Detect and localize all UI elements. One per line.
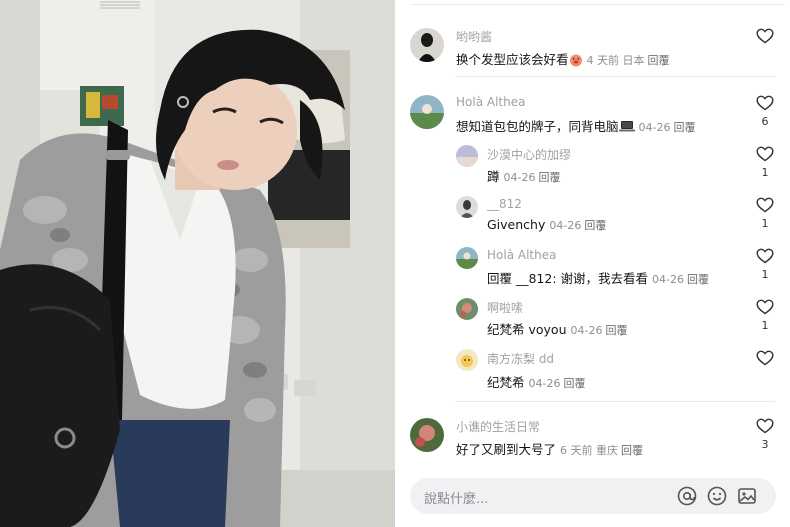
like-count: 3 — [761, 438, 769, 451]
heart-icon — [756, 299, 774, 315]
reply-button[interactable]: 回覆 — [621, 444, 643, 457]
comment-body: 好了又刷到大号了 — [456, 442, 557, 457]
comment-author[interactable]: 小谯的生活日常 — [456, 418, 540, 435]
like-button[interactable]: 6 — [755, 95, 775, 128]
reply-body: 回覆 __812: 谢谢，我去看看 — [487, 271, 649, 286]
avatar[interactable] — [456, 247, 478, 269]
reply-item: 啊啦嗦 纪梵希 voyou 04-26 回覆 1 — [395, 298, 790, 342]
comment-divider — [455, 76, 775, 77]
reply-author[interactable]: __812 — [487, 197, 522, 211]
comment-divider — [455, 401, 775, 402]
like-button[interactable]: 1 — [755, 146, 775, 179]
avatar[interactable] — [456, 196, 478, 218]
comment-meta: 6 天前 重庆 — [560, 444, 619, 457]
image-icon[interactable] — [736, 485, 758, 507]
like-button[interactable]: 3 — [755, 418, 775, 451]
reply-meta: 04-26 — [652, 273, 684, 286]
at-icon[interactable] — [676, 485, 698, 507]
reply-button[interactable]: 回覆 — [605, 324, 627, 337]
avatar[interactable] — [410, 28, 444, 62]
comment-text: 好了又刷到大号了 6 天前 重庆 回覆 — [456, 439, 643, 458]
reply-item: __812 Givenchy 04-26 回覆 1 — [395, 196, 790, 240]
comment-text: 想知道包包的牌子，同背电脑 04-26 回覆 — [456, 116, 695, 136]
smiley-icon[interactable] — [706, 485, 728, 507]
comment-author[interactable]: Holà Althea — [456, 95, 525, 109]
reply-button[interactable]: 回覆 — [648, 54, 670, 67]
comment-meta: 4 天前 日本 — [586, 54, 645, 67]
heart-icon — [756, 197, 774, 213]
reply-meta: 04-26 — [570, 324, 603, 337]
heart-icon — [756, 146, 774, 162]
avatar[interactable] — [456, 145, 478, 167]
like-button[interactable] — [755, 28, 775, 48]
reply-item: Holà Althea 回覆 __812: 谢谢，我去看看 04-26 回覆 1 — [395, 247, 790, 291]
reply-body: Givenchy — [487, 217, 546, 232]
avatar[interactable] — [456, 298, 478, 320]
comment-author[interactable]: 哟哟酱 — [456, 28, 492, 45]
reply-body: 纪梵希 voyou — [487, 322, 567, 337]
like-button[interactable]: 1 — [755, 197, 775, 230]
reply-button[interactable]: 回覆 — [538, 171, 560, 184]
avatar[interactable] — [410, 95, 444, 129]
like-count: 1 — [761, 319, 769, 332]
reply-text: Givenchy 04-26 回覆 — [487, 217, 606, 233]
reply-meta: 04-26 — [528, 377, 561, 390]
comment-body: 换个发型应该会好看 — [456, 52, 569, 67]
reply-body: 蹲 — [487, 169, 500, 184]
heart-icon — [756, 28, 774, 44]
like-count: 6 — [761, 115, 769, 128]
top-divider — [410, 4, 785, 5]
avatar[interactable] — [456, 349, 478, 371]
reply-text: 纪梵希 voyou 04-26 回覆 — [487, 319, 627, 338]
reply-button[interactable]: 回覆 — [687, 273, 709, 286]
reply-author[interactable]: 啊啦嗦 — [487, 299, 523, 316]
comment-text: 换个发型应该会好看 4 天前 日本 回覆 — [456, 49, 670, 70]
reply-item: 沙漠中心的加缪 蹲 04-26 回覆 1 — [395, 145, 790, 189]
comment-input-placeholder[interactable]: 說點什麼... — [424, 488, 488, 507]
laptop-emoji — [618, 120, 635, 136]
comment-item: Holà Althea 想知道包包的牌子，同背电脑 04-26 回覆 6 — [395, 93, 790, 137]
like-count: 1 — [761, 166, 769, 179]
reply-button[interactable]: 回覆 — [673, 121, 695, 134]
like-button[interactable]: 1 — [755, 248, 775, 281]
like-count: 1 — [761, 217, 769, 230]
reply-author[interactable]: 沙漠中心的加缪 — [487, 146, 571, 163]
post-photo — [0, 0, 395, 527]
comment-item: 小谯的生活日常 好了又刷到大号了 6 天前 重庆 回覆 3 — [395, 416, 790, 464]
reply-button[interactable]: 回覆 — [563, 377, 585, 390]
reply-button[interactable]: 回覆 — [584, 219, 606, 232]
reply-text: 蹲 04-26 回覆 — [487, 166, 560, 185]
heart-icon — [756, 95, 774, 111]
reply-body: 纪梵希 — [487, 375, 525, 390]
comment-item: 哟哟酱 换个发型应该会好看 4 天前 日本 回覆 — [395, 26, 790, 80]
reply-text: 纪梵希 04-26 回覆 — [487, 372, 585, 391]
heart-icon — [756, 418, 774, 434]
comments-panel: 哟哟酱 换个发型应该会好看 4 天前 日本 回覆 Holà Althea 想知道包包… — [395, 0, 790, 527]
pig-face-emoji — [569, 53, 583, 70]
reply-meta: 04-26 — [503, 171, 536, 184]
photo-illustration — [0, 0, 395, 527]
avatar[interactable] — [410, 418, 444, 452]
comment-meta: 04-26 — [638, 121, 671, 134]
reply-author[interactable]: Holà Althea — [487, 248, 556, 262]
reply-item: 南方冻梨 dd 纪梵希 04-26 回覆 — [395, 349, 790, 393]
like-button[interactable] — [755, 350, 775, 370]
reply-meta: 04-26 — [549, 219, 582, 232]
like-count: 1 — [761, 268, 769, 281]
reply-author[interactable]: 南方冻梨 dd — [487, 350, 554, 367]
heart-icon — [756, 248, 774, 264]
comment-body: 想知道包包的牌子，同背电脑 — [456, 119, 619, 134]
comment-input-bar[interactable]: 說點什麼... — [410, 478, 776, 514]
like-button[interactable]: 1 — [755, 299, 775, 332]
heart-icon — [756, 350, 774, 366]
reply-text: 回覆 __812: 谢谢，我去看看 04-26 回覆 — [487, 268, 709, 287]
